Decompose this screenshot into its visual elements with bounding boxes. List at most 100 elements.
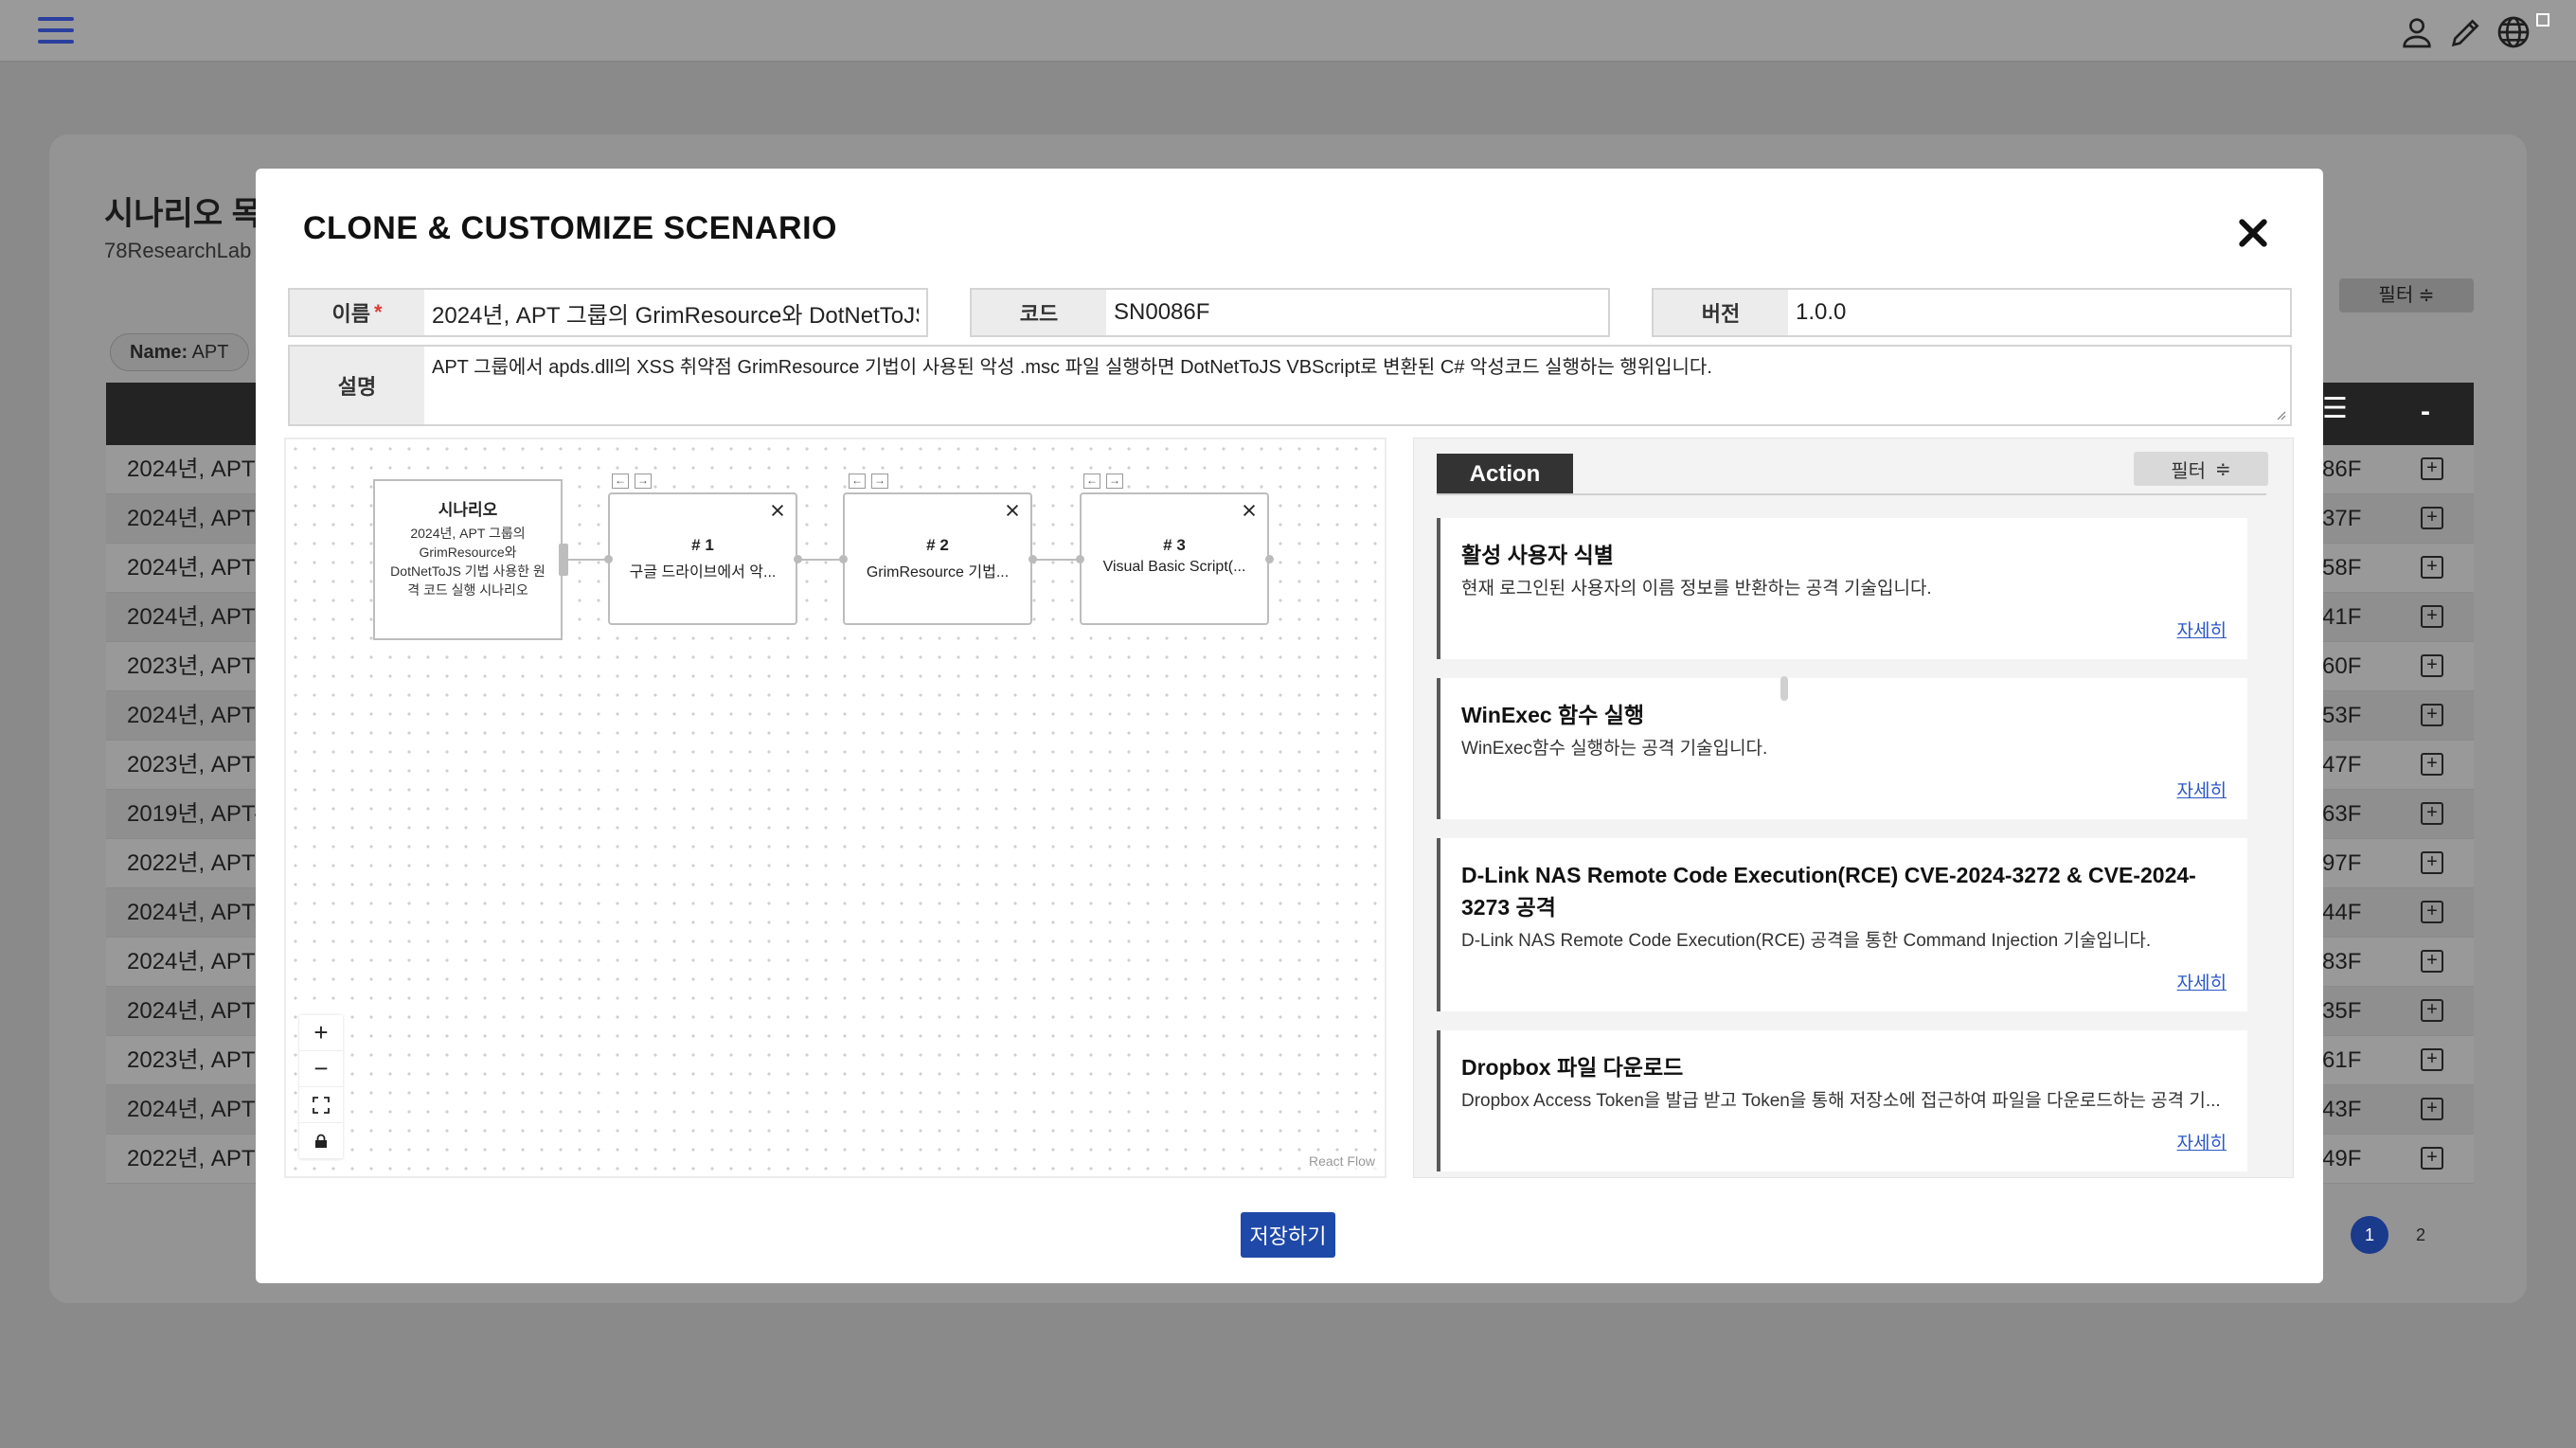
node-number: # 3 [1163,536,1186,554]
flow-canvas[interactable]: 시나리오 2024년, APT 그룹의 GrimResource와 DotNet… [284,438,1386,1178]
add-icon[interactable]: + [2421,999,2443,1022]
user-icon[interactable] [2398,13,2436,51]
add-icon[interactable]: + [2421,753,2443,776]
required-mark: * [373,300,383,324]
action-detail-link[interactable]: 자세히 [1461,1129,2227,1154]
action-list-scrollbar[interactable] [1780,676,1788,701]
zoom-out-button[interactable]: − [299,1051,343,1087]
action-title: 활성 사용자 식별 [1461,543,1614,567]
row-code: 37F [2322,506,2362,531]
move-right-icon[interactable]: → [871,474,888,489]
row-code: 35F [2322,998,2362,1024]
version-label: 버전 [1654,290,1788,335]
add-icon[interactable]: + [2421,704,2443,726]
zoom-in-button[interactable]: + [299,1015,343,1051]
action-filter-button[interactable]: 필터 ≑ [2134,452,2268,486]
add-icon[interactable]: + [2421,1147,2443,1170]
add-icon[interactable]: + [2421,556,2443,579]
move-right-icon[interactable]: → [635,474,652,489]
action-card[interactable]: Dropbox 파일 다운로드 Dropbox Access Token을 발급 … [1437,1030,2247,1171]
row-scenario-name: 2019년, APT- [127,801,262,827]
row-code: 83F [2322,949,2362,974]
menu-icon[interactable] [38,17,74,45]
row-scenario-name: 2024년, APT [127,949,256,974]
add-icon[interactable]: + [2421,901,2443,923]
add-icon[interactable]: + [2421,1098,2443,1120]
action-panel: Action 필터 ≑ 활성 사용자 식별 현재 로그인된 사용자의 이름 정보를… [1413,438,2294,1178]
row-code: 63F [2322,801,2362,827]
node-1-out-handle[interactable] [794,555,802,563]
node-3-out-handle[interactable] [1265,555,1274,563]
add-icon[interactable]: + [2421,654,2443,677]
flow-node-2[interactable]: # 2 GrimResource 기법... [843,492,1032,625]
node-2-in-handle[interactable] [839,555,848,563]
action-detail-link[interactable]: 자세히 [1461,969,2227,994]
version-input[interactable] [1788,290,2290,335]
action-card[interactable]: 활성 사용자 식별 현재 로그인된 사용자의 이름 정보를 반환하는 공격 기술입… [1437,518,2247,659]
add-icon[interactable]: + [2421,950,2443,973]
row-scenario-name: 2022년, APT4 [127,1146,268,1171]
add-icon[interactable]: + [2421,457,2443,480]
name-label: 이름 * [290,290,424,335]
scenario-start-node[interactable]: 시나리오 2024년, APT 그룹의 GrimResource와 DotNet… [373,479,563,640]
tab-action[interactable]: Action [1437,454,1573,495]
react-flow-attribution[interactable]: React Flow [1304,1152,1379,1171]
code-field: 코드 [970,288,1610,337]
page-2-button[interactable]: 2 [2402,1216,2440,1254]
filter-chip-key: Name: [130,342,188,363]
action-detail-link[interactable]: 자세히 [1461,617,2227,642]
row-scenario-name: 2024년, APT [127,456,256,482]
remove-node-icon[interactable] [769,502,786,519]
flow-node-3[interactable]: # 3 Visual Basic Script(... [1080,492,1269,625]
action-card[interactable]: D-Link NAS Remote Code Execution(RCE) CV… [1437,838,2247,1011]
row-code: 97F [2322,850,2362,876]
add-icon[interactable]: + [2421,605,2443,628]
add-icon[interactable]: + [2421,507,2443,529]
filter-chip[interactable]: Name: APT [110,333,249,371]
add-icon[interactable]: + [2421,1048,2443,1071]
move-left-icon[interactable]: ← [849,474,866,489]
action-desc: Dropbox Access Token을 발급 받고 Token을 통해 저장… [1461,1091,2221,1111]
edge-2-3 [1032,559,1080,561]
description-input[interactable]: APT 그룹에서 apds.dll의 XSS 취약점 GrimResource … [424,347,2290,424]
action-list: 활성 사용자 식별 현재 로그인된 사용자의 이름 정보를 반환하는 공격 기술입… [1437,518,2247,1177]
remove-node-icon[interactable] [1004,502,1021,519]
page-1-button[interactable]: 1 [2351,1216,2388,1254]
lock-icon[interactable] [299,1123,343,1159]
action-detail-link[interactable]: 자세히 [1461,777,2227,802]
node-3-in-handle[interactable] [1076,555,1084,563]
move-left-icon[interactable]: ← [1083,474,1100,489]
node-1-move-controls[interactable]: ← → [612,474,652,489]
node-number: # 1 [691,536,714,554]
row-code: 53F [2322,703,2362,728]
filter-button[interactable]: 필터 ≑ [2339,278,2474,313]
action-card[interactable]: WinExec 함수 실행 WinExec함수 실행하는 공격 기술입니다. 자세히 [1437,678,2247,819]
action-desc: D-Link NAS Remote Code Execution(RCE) 공격… [1461,931,2152,951]
code-input[interactable] [1106,290,1608,335]
add-icon[interactable]: + [2421,851,2443,874]
row-scenario-name: 2024년, APT3 [127,1097,268,1122]
name-input[interactable] [424,290,926,335]
action-title: Dropbox 파일 다운로드 [1461,1055,1684,1080]
move-right-icon[interactable]: → [1106,474,1123,489]
flow-node-1[interactable]: # 1 구글 드라이브에서 악... [608,492,797,625]
save-button[interactable]: 저장하기 [1241,1212,1335,1258]
remove-node-icon[interactable] [1241,502,1258,519]
add-icon[interactable]: + [2421,802,2443,825]
globe-icon[interactable] [2495,13,2532,51]
row-scenario-name: 2023년, APT4 [127,653,268,679]
filter-chip-value: APT [191,342,229,363]
pencil-icon[interactable] [2447,13,2485,51]
node-1-in-handle[interactable] [604,555,613,563]
node-2-out-handle[interactable] [1029,555,1037,563]
flow-controls: + − [299,1015,343,1159]
fit-view-icon[interactable] [299,1087,343,1123]
node-3-move-controls[interactable]: ← → [1083,474,1123,489]
node-2-move-controls[interactable]: ← → [849,474,888,489]
close-icon[interactable] [2234,214,2272,252]
action-title: WinExec 함수 실행 [1461,703,1645,727]
row-code: 49F [2322,1146,2362,1171]
move-left-icon[interactable]: ← [612,474,629,489]
description-label: 설명 [290,347,424,424]
resize-grip-icon[interactable] [2275,409,2286,420]
